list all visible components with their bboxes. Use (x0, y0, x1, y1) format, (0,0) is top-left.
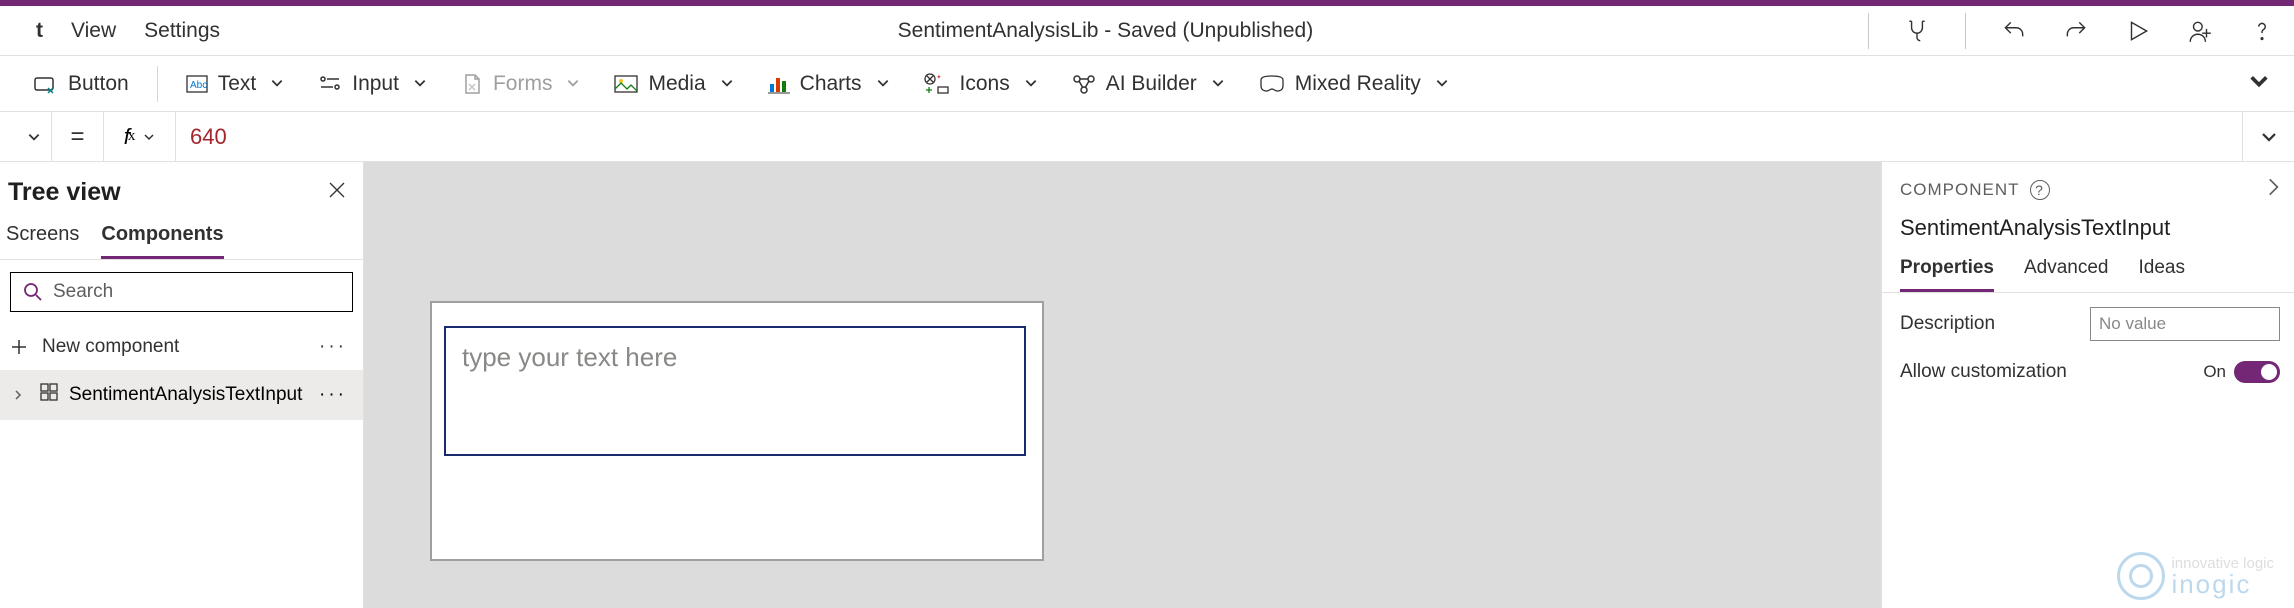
fx-x: x (128, 128, 136, 144)
insert-text-label: Text (218, 72, 257, 96)
plus-icon (10, 338, 28, 356)
chevron-down-icon (270, 72, 284, 96)
tree-node-component[interactable]: SentimentAnalysisTextInput ··· (0, 370, 363, 420)
redo-icon (2062, 17, 2090, 45)
tab-advanced[interactable]: Advanced (2024, 257, 2109, 292)
app-checker-icon[interactable] (1903, 17, 1931, 45)
chevron-down-icon (1435, 72, 1449, 96)
description-input[interactable] (2090, 307, 2280, 341)
insert-icons-label: Icons (960, 72, 1010, 96)
new-component-button[interactable]: New component ··· (0, 324, 363, 370)
chevron-down-icon (143, 131, 155, 143)
insert-aibuilder[interactable]: AI Builder (1062, 72, 1235, 96)
share-icon[interactable] (2186, 17, 2214, 45)
tree-node-label: SentimentAnalysisTextInput (69, 384, 302, 406)
formula-expand-chevron[interactable] (2242, 112, 2294, 161)
play-icon (2124, 17, 2152, 45)
insert-media-label: Media (648, 72, 705, 96)
chevron-down-icon (566, 72, 580, 96)
insert-button[interactable]: Button (24, 72, 139, 96)
separator (1965, 13, 1966, 49)
properties-header: Component (1900, 180, 2020, 200)
menu-item-view[interactable]: View (71, 19, 116, 43)
more-icon[interactable]: ··· (319, 384, 347, 406)
insert-mixedreality[interactable]: Mixed Reality (1249, 72, 1459, 96)
separator (1868, 13, 1869, 49)
tab-components[interactable]: Components (101, 223, 223, 259)
expand-icon[interactable] (7, 389, 29, 401)
separator (157, 66, 158, 102)
property-selector[interactable] (0, 112, 52, 161)
insert-aibuilder-label: AI Builder (1106, 72, 1197, 96)
new-component-label: New component (42, 336, 179, 358)
chevron-down-icon (720, 72, 734, 96)
formula-value[interactable]: 640 (176, 112, 2242, 161)
insert-input-label: Input (352, 72, 399, 96)
search-icon (23, 282, 43, 302)
close-icon[interactable] (327, 179, 347, 207)
ribbon-expand-chevron[interactable] (2248, 70, 2270, 97)
menu-item-settings[interactable]: Settings (144, 19, 220, 43)
insert-charts-label: Charts (800, 72, 862, 96)
insert-button-label: Button (68, 72, 129, 96)
app-title: SentimentAnalysisLib - Saved (Unpublishe… (898, 19, 1314, 43)
chevron-right-icon[interactable] (2266, 176, 2280, 203)
component-icon (39, 382, 59, 408)
canvas[interactable]: type your text here (364, 162, 1882, 608)
search-input[interactable]: Search (10, 272, 353, 312)
text-input-control[interactable]: type your text here (444, 326, 1026, 456)
svg-text:Abc: Abc (190, 80, 207, 91)
equals-sign: = (52, 112, 104, 161)
menu-item-truncated[interactable]: t (36, 19, 43, 43)
search-placeholder: Search (53, 281, 113, 303)
chevron-down-icon (876, 72, 890, 96)
chevron-down-icon (1211, 72, 1225, 96)
toggle-state-label: On (2203, 362, 2226, 382)
insert-forms: Forms (451, 72, 591, 96)
allow-customization-toggle[interactable] (2234, 361, 2280, 383)
more-icon[interactable]: ··· (319, 336, 347, 358)
insert-forms-label: Forms (493, 72, 553, 96)
tree-view-title: Tree view (8, 178, 121, 207)
help-icon[interactable] (2248, 17, 2276, 45)
fx-button[interactable]: fx (104, 112, 176, 161)
chevron-down-icon (1024, 72, 1038, 96)
component-name[interactable]: SentimentAnalysisTextInput (1882, 209, 2294, 251)
chevron-down-icon (413, 72, 427, 96)
description-label: Description (1900, 313, 1995, 335)
tab-properties[interactable]: Properties (1900, 257, 1994, 292)
insert-icons[interactable]: Icons (914, 72, 1048, 96)
insert-media[interactable]: Media (604, 72, 743, 96)
tab-screens[interactable]: Screens (6, 223, 79, 259)
insert-input[interactable]: Input (308, 72, 437, 96)
undo-icon[interactable] (2000, 17, 2028, 45)
allow-customization-label: Allow customization (1900, 361, 2067, 383)
insert-charts[interactable]: Charts (758, 72, 900, 96)
insert-mr-label: Mixed Reality (1295, 72, 1421, 96)
help-icon[interactable]: ? (2030, 180, 2050, 200)
tab-ideas[interactable]: Ideas (2139, 257, 2185, 292)
insert-text[interactable]: Abc Text (176, 72, 295, 96)
